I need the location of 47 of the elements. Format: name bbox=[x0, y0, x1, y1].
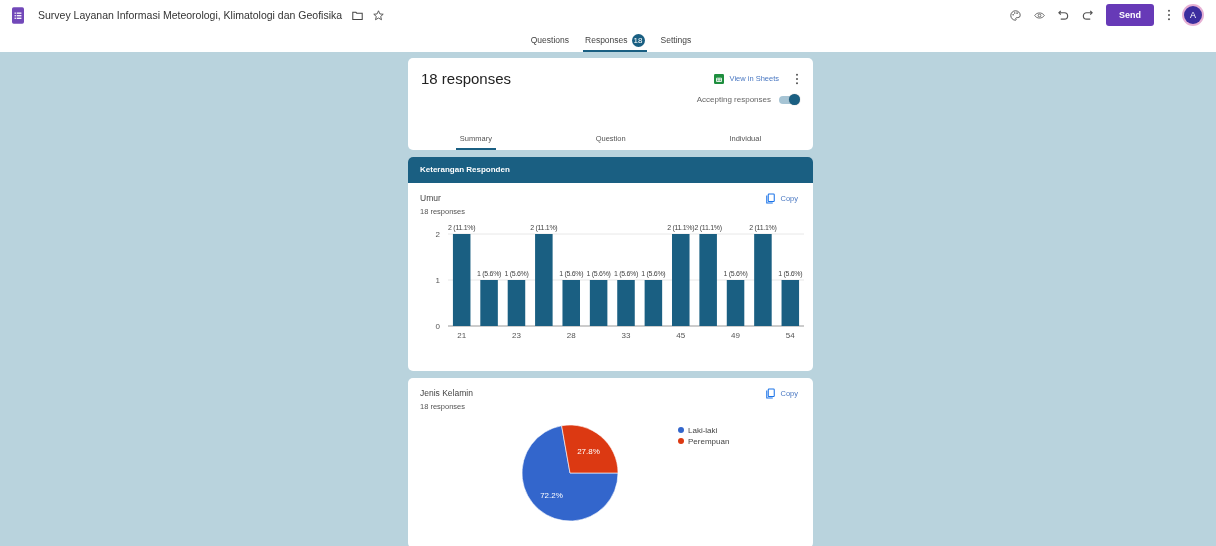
data-label: 27.8% bbox=[577, 446, 600, 456]
axis-label: 0 bbox=[435, 322, 440, 331]
bar bbox=[644, 280, 663, 326]
axis-label: 28 bbox=[566, 331, 576, 340]
bar bbox=[726, 280, 745, 326]
data-label: 72.2% bbox=[540, 491, 563, 501]
bar bbox=[589, 280, 608, 326]
accepting-toggle[interactable] bbox=[779, 95, 799, 104]
form-tab[interactable]: Questions bbox=[528, 30, 571, 52]
question-title: Umur bbox=[420, 193, 442, 203]
section-header: Keterangan Responden bbox=[408, 157, 813, 183]
question-title: Jenis Kelamin bbox=[420, 388, 473, 398]
folder-icon[interactable] bbox=[352, 9, 364, 21]
more-icon[interactable] bbox=[795, 72, 799, 85]
responses-count-title: 18 responses bbox=[421, 70, 512, 87]
form-tab[interactable]: Responses 18 bbox=[583, 30, 647, 52]
axis-label: 2 bbox=[435, 230, 440, 239]
count-badge: 18 bbox=[631, 33, 645, 47]
bar bbox=[507, 280, 526, 326]
axis-label: 1 bbox=[435, 276, 440, 285]
undo-icon[interactable] bbox=[1058, 9, 1069, 21]
send-button[interactable]: Send bbox=[1106, 4, 1154, 26]
axis-label: 49 bbox=[731, 331, 740, 340]
document-title: Survey Layanan Informasi Meteorologi, Klimatologi dan Geofisika bbox=[38, 9, 343, 21]
bar bbox=[480, 280, 498, 326]
star-icon[interactable] bbox=[373, 9, 385, 21]
redo-icon[interactable] bbox=[1082, 9, 1093, 21]
form-tab[interactable]: Settings bbox=[658, 30, 694, 52]
legend-label: Perempuan bbox=[688, 437, 730, 446]
bar bbox=[562, 280, 580, 326]
bar bbox=[781, 280, 800, 326]
spreadsheet-icon[interactable] bbox=[713, 73, 724, 84]
axis-label: 33 bbox=[621, 331, 631, 340]
palette-icon[interactable] bbox=[1010, 9, 1021, 21]
axis-label: 21 bbox=[457, 331, 467, 340]
axis-label: 45 bbox=[676, 331, 686, 340]
bar bbox=[617, 280, 635, 326]
axis-label: 23 bbox=[512, 331, 521, 340]
avatar[interactable]: A bbox=[1184, 6, 1202, 24]
accepting-responses-label: Accepting responses bbox=[696, 95, 771, 104]
copy-icon bbox=[766, 193, 776, 204]
axis-label: 54 bbox=[785, 331, 795, 340]
forms-logo-icon[interactable] bbox=[12, 6, 24, 24]
eye-icon[interactable] bbox=[1034, 9, 1045, 21]
copy-icon bbox=[766, 388, 776, 399]
legend-label: Laki-laki bbox=[688, 426, 718, 435]
more-icon[interactable] bbox=[1167, 9, 1171, 21]
